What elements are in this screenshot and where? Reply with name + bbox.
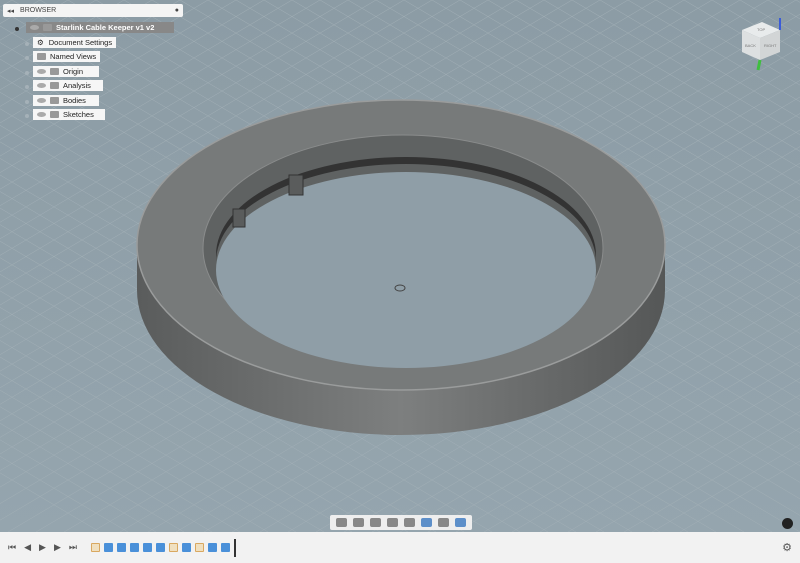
eye-icon[interactable] <box>37 112 46 117</box>
timeline-marker[interactable] <box>233 538 236 557</box>
timeline-feature-extrude[interactable] <box>181 543 191 552</box>
folder-icon <box>50 82 59 89</box>
eye-icon[interactable] <box>30 25 39 30</box>
grid-button[interactable] <box>438 518 449 527</box>
timeline-feature-extrude[interactable] <box>116 543 126 552</box>
zoom-window-button[interactable] <box>387 518 398 527</box>
display-mode-button[interactable] <box>421 518 432 527</box>
item-label: Document Settings <box>48 38 113 47</box>
face-back[interactable]: BACK <box>745 43 756 48</box>
first-button[interactable]: ⏮ <box>8 542 16 553</box>
previous-button[interactable]: ◀ <box>24 542 31 553</box>
timeline-feature-extrude[interactable] <box>207 543 217 552</box>
timeline-feature-mirror[interactable] <box>220 543 230 552</box>
canvas-viewport[interactable]: ◂◂ BROWSER ● Starlink Cable Keeper v1 v2… <box>0 0 800 532</box>
eye-icon[interactable] <box>37 83 46 88</box>
collapse-icon[interactable]: ◂◂ <box>7 7 14 15</box>
timeline-feature-sketch[interactable] <box>90 543 100 552</box>
eye-icon[interactable] <box>37 69 46 74</box>
folder-icon <box>50 97 59 104</box>
ring-body[interactable] <box>0 0 800 532</box>
view-cube[interactable]: TOP BACK RIGHT <box>740 18 790 78</box>
browser-panel: ◂◂ BROWSER ● Starlink Cable Keeper v1 v2… <box>3 4 183 120</box>
pin-icon[interactable]: ● <box>175 7 179 14</box>
browser-item-origin[interactable]: Origin <box>33 66 99 77</box>
face-right[interactable]: RIGHT <box>764 43 777 48</box>
root-label: Starlink Cable Keeper v1 v2 <box>56 23 155 32</box>
face-top[interactable]: TOP <box>757 27 765 32</box>
navigation-bar <box>330 515 472 530</box>
item-label: Sketches <box>63 110 94 119</box>
timeline: ⏮ ◀ ▶ ▶ ⏭ ⚙ <box>0 532 800 563</box>
next-button[interactable]: ▶ <box>54 542 61 553</box>
gear-icon[interactable]: ⚙ <box>782 541 792 554</box>
comments-icon[interactable] <box>782 518 793 529</box>
last-button[interactable]: ⏭ <box>69 542 77 553</box>
timeline-feature-fillet[interactable] <box>129 543 139 552</box>
zoom-button[interactable] <box>404 518 415 527</box>
timeline-feature-revolve[interactable] <box>155 543 165 552</box>
timeline-features <box>90 543 234 552</box>
item-label: Bodies <box>63 96 86 105</box>
browser-item-named-views[interactable]: Named Views <box>33 51 101 62</box>
timeline-feature-sketch[interactable] <box>168 543 178 552</box>
component-icon <box>43 24 52 31</box>
browser-item-bodies[interactable]: Bodies <box>33 95 99 106</box>
orbit-button[interactable] <box>336 518 347 527</box>
timeline-feature-sketch[interactable] <box>194 543 204 552</box>
gear-icon: ⚙ <box>37 38 44 47</box>
browser-item-sketches[interactable]: Sketches <box>33 109 105 120</box>
item-label: Named Views <box>50 52 97 61</box>
timeline-feature-extrude[interactable] <box>103 543 113 552</box>
item-label: Analysis <box>63 81 91 90</box>
timeline-feature-revolve[interactable] <box>142 543 152 552</box>
browser-item-analysis[interactable]: Analysis <box>33 80 103 91</box>
y-axis <box>756 59 762 71</box>
look-button[interactable] <box>370 518 381 527</box>
play-button[interactable]: ▶ <box>39 542 46 553</box>
folder-icon <box>37 53 46 60</box>
eye-icon[interactable] <box>37 98 46 103</box>
folder-icon <box>50 68 59 75</box>
browser-item-document-settings[interactable]: ⚙ Document Settings <box>33 37 117 48</box>
pan-button[interactable] <box>353 518 364 527</box>
viewports-button[interactable] <box>455 518 466 527</box>
folder-icon <box>50 111 59 118</box>
item-label: Origin <box>63 67 84 76</box>
browser-title: BROWSER <box>20 7 57 14</box>
browser-root-node[interactable]: Starlink Cable Keeper v1 v2 <box>26 22 174 33</box>
browser-header[interactable]: ◂◂ BROWSER ● <box>3 4 183 17</box>
